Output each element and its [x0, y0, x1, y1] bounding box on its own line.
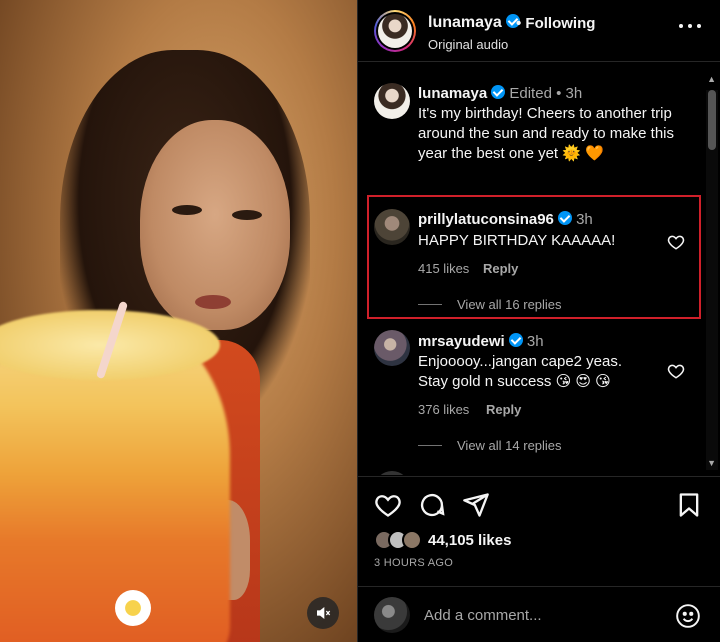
comment-avatar[interactable] — [374, 471, 410, 475]
view-replies-button[interactable]: View all 14 replies — [457, 438, 562, 453]
author-avatar[interactable] — [374, 10, 416, 52]
photo-flower — [115, 590, 151, 626]
scroll-up-arrow[interactable]: ▲ — [707, 74, 716, 84]
audio-link[interactable]: Original audio — [428, 37, 508, 52]
liker-avatar — [402, 530, 422, 550]
comment-input[interactable] — [424, 603, 644, 627]
comment-username[interactable]: mrsayudewi — [418, 333, 505, 350]
caption: lunamaya Edited • 3h — [418, 84, 688, 104]
post-side-panel: lunamaya • Following Original audio luna… — [357, 0, 720, 642]
comment-header: mrsayudewi 3h — [418, 332, 658, 352]
comment-reply-button[interactable]: Reply — [486, 402, 521, 417]
replies-divider — [418, 445, 442, 446]
photo-lips — [195, 295, 231, 309]
highlight-box — [367, 195, 701, 319]
more-options-button[interactable] — [679, 22, 701, 30]
comment-icon[interactable] — [418, 491, 446, 519]
share-icon[interactable] — [462, 491, 490, 519]
caption-username[interactable]: lunamaya — [418, 85, 487, 102]
post-actions: 44,105 likes 3 HOURS AGO — [358, 476, 720, 586]
comments-scrollbar[interactable] — [706, 90, 718, 470]
comment-likes[interactable]: 376 likes — [418, 402, 469, 417]
photo-eye-right — [232, 210, 262, 220]
author-username[interactable]: lunamaya — [428, 14, 502, 31]
current-user-avatar — [374, 597, 410, 633]
post-photo[interactable] — [0, 0, 357, 642]
scroll-down-arrow[interactable]: ▼ — [707, 458, 716, 468]
follow-status[interactable]: • Following — [516, 15, 595, 32]
more-icon — [679, 24, 683, 28]
comment-like-icon[interactable] — [667, 362, 685, 380]
bookmark-icon[interactable] — [675, 491, 703, 519]
post-timestamp: 3 HOURS AGO — [374, 557, 454, 569]
post-header: lunamaya • Following Original audio — [358, 0, 720, 62]
comment-text-line1: Enjooooy...jangan cape2 yeas. — [418, 353, 623, 370]
mute-button[interactable] — [307, 597, 339, 629]
heart-icon[interactable] — [374, 491, 402, 519]
likes-count[interactable]: 44,105 likes — [428, 532, 511, 549]
add-comment-bar — [358, 586, 720, 642]
photo-eye-left — [172, 205, 202, 215]
verified-icon — [508, 333, 523, 347]
comment-avatar[interactable] — [374, 330, 410, 366]
mute-icon — [317, 606, 331, 620]
verified-icon — [491, 85, 506, 99]
likes-summary[interactable]: 44,105 likes — [374, 529, 511, 551]
caption-text: It's my birthday! Cheers to another trip… — [418, 105, 674, 162]
follow-button[interactable]: Following — [525, 15, 595, 32]
comment-text-line2: Stay gold n success 😘 😍 😘 — [418, 373, 611, 390]
caption-meta: Edited • 3h — [509, 85, 583, 102]
caption-avatar[interactable] — [374, 83, 410, 119]
author-username-row[interactable]: lunamaya — [428, 14, 520, 32]
emoji-icon[interactable] — [675, 603, 701, 629]
comment-time: 3h — [526, 333, 544, 350]
